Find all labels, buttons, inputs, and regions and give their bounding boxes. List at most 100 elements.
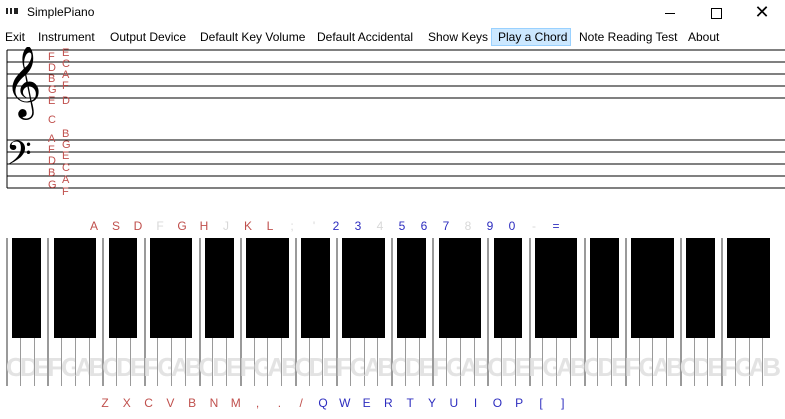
black-key[interactable]: [218, 238, 234, 338]
white-key-letter: G: [349, 352, 370, 382]
black-key[interactable]: [754, 238, 770, 338]
menu-show-keys[interactable]: Show Keys: [424, 28, 492, 46]
black-key[interactable]: [603, 238, 619, 338]
white-key-letter: B: [569, 352, 589, 382]
black-key[interactable]: [356, 238, 371, 338]
black-key[interactable]: [163, 238, 179, 338]
lower-key-label: X: [122, 396, 131, 410]
black-key[interactable]: [108, 238, 124, 338]
menu-exit[interactable]: Exit: [1, 28, 29, 46]
white-key-letter: G: [446, 352, 467, 382]
black-key[interactable]: [369, 238, 385, 338]
white-key-letter: E: [226, 352, 244, 382]
black-key[interactable]: [246, 238, 261, 338]
black-key[interactable]: [658, 238, 674, 338]
white-key-letter: E: [129, 352, 148, 382]
minimize-button[interactable]: [647, 0, 693, 26]
upper-key-label: 9: [486, 219, 494, 233]
treble-note-left-5: C: [48, 114, 56, 126]
lower-key-label: ]: [561, 396, 565, 410]
white-key-letter: E: [611, 352, 629, 382]
lower-key-label: C: [144, 396, 153, 410]
piano-keyboard: CDEFGABCDEFGABCDEFGABCDEFGABCDEFGABCDEFG…: [6, 238, 781, 388]
black-key[interactable]: [67, 238, 83, 338]
white-key-letter: A: [748, 352, 768, 382]
bass-clef-icon: 𝄢: [6, 135, 32, 181]
treble-staff-lines: [7, 49, 785, 99]
black-key[interactable]: [466, 238, 481, 338]
black-key[interactable]: [301, 238, 316, 338]
black-key[interactable]: [314, 238, 330, 338]
black-key[interactable]: [273, 238, 289, 338]
white-key-letter: G: [157, 352, 178, 382]
upper-key-label: A: [89, 219, 99, 233]
lower-key-label: [: [539, 396, 543, 410]
white-key-letter: A: [74, 352, 94, 382]
upper-key-label: S: [111, 219, 121, 233]
upper-key-label: 3: [354, 219, 362, 233]
black-key[interactable]: [204, 238, 220, 338]
white-key-letter: G: [638, 352, 659, 382]
lower-key-label: ,: [255, 396, 260, 410]
white-key-letter: F: [336, 352, 352, 382]
black-key[interactable]: [493, 238, 509, 338]
black-key[interactable]: [342, 238, 358, 338]
black-key[interactable]: [631, 238, 646, 338]
bass-note-right-2: E: [62, 150, 69, 162]
black-key[interactable]: [81, 238, 96, 338]
upper-key-label: H: [199, 219, 209, 233]
white-key-letter: F: [143, 352, 160, 382]
menu-note-reading-test[interactable]: Note Reading Test: [575, 28, 682, 46]
black-key[interactable]: [438, 238, 454, 338]
upper-key-label: 5: [398, 219, 406, 233]
bass-note-left-3: B: [48, 167, 55, 179]
white-key-letter: E: [418, 352, 436, 382]
black-key[interactable]: [534, 238, 550, 338]
black-key[interactable]: [452, 238, 468, 338]
staff-drawing: 𝄞 𝄢 F D B G E C E C A F D A F D B G B G …: [5, 47, 785, 197]
black-key[interactable]: [686, 238, 701, 338]
lower-key-label: Y: [427, 396, 437, 410]
black-key[interactable]: [727, 238, 743, 338]
white-key-letter: A: [171, 352, 190, 382]
black-key[interactable]: [26, 238, 41, 338]
black-key[interactable]: [548, 238, 564, 338]
black-key[interactable]: [589, 238, 605, 338]
black-key[interactable]: [12, 238, 28, 338]
black-key[interactable]: [177, 238, 193, 338]
white-key-letter: C: [198, 352, 218, 382]
black-key[interactable]: [259, 238, 275, 338]
white-key-letter: F: [47, 352, 64, 382]
menu-instrument[interactable]: Instrument: [34, 28, 99, 46]
upper-key-label: ;: [290, 219, 294, 233]
black-key[interactable]: [122, 238, 138, 338]
black-key[interactable]: [411, 238, 426, 338]
white-key-letter: C: [294, 352, 314, 382]
menu-about[interactable]: About: [684, 28, 723, 46]
black-key[interactable]: [562, 238, 578, 338]
lower-key-label: B: [188, 396, 197, 410]
white-key-letter: C: [487, 352, 507, 382]
menu-play-a-chord[interactable]: Play a Chord: [491, 28, 571, 46]
bass-note-right-4: A: [62, 174, 70, 186]
black-key[interactable]: [699, 238, 715, 338]
black-key[interactable]: [644, 238, 660, 338]
black-key[interactable]: [397, 238, 413, 338]
bass-note-right-3: C: [62, 162, 70, 174]
maximize-icon: [710, 7, 722, 19]
window-title: SimplePiano: [27, 5, 95, 19]
maximize-button[interactable]: [693, 0, 739, 26]
menu-default-key-volume[interactable]: Default Key Volume: [196, 28, 309, 46]
black-key[interactable]: [507, 238, 523, 338]
white-key-letter: E: [322, 352, 340, 382]
black-key[interactable]: [53, 238, 69, 338]
app-piano-icon: [6, 8, 20, 18]
white-key-letter: E: [514, 352, 533, 382]
menu-default-accidental[interactable]: Default Accidental: [313, 28, 417, 46]
white-key-letter: B: [473, 352, 493, 382]
close-button[interactable]: ✕: [739, 0, 785, 26]
menu-output-device[interactable]: Output Device: [106, 28, 190, 46]
white-key-letter: D: [212, 352, 232, 382]
black-key[interactable]: [149, 238, 165, 338]
black-key[interactable]: [741, 238, 756, 338]
